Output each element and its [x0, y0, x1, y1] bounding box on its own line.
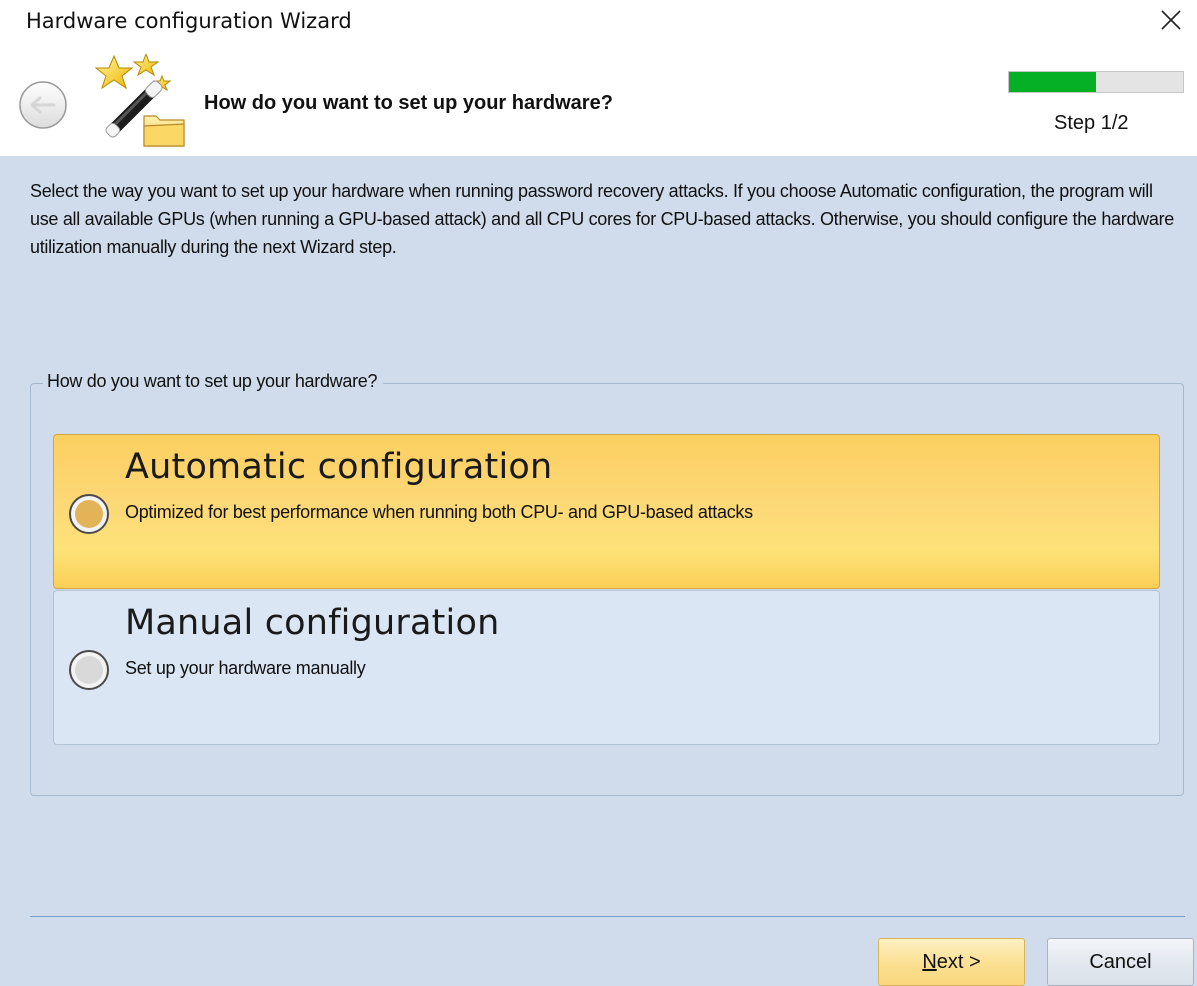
magic-wand-icon — [94, 54, 185, 147]
wizard-content: Select the way you want to set up your h… — [0, 156, 1197, 986]
next-access-key: N — [922, 950, 937, 973]
title-bar: Hardware configuration Wizard — [0, 0, 1197, 44]
close-icon — [1161, 10, 1181, 30]
wizard-header: How do you want to set up your hardware?… — [0, 44, 1197, 156]
step-label: Step 1/2 — [1054, 112, 1129, 134]
cancel-button[interactable]: Cancel — [1047, 938, 1194, 986]
option-subtitle: Set up your hardware manually — [125, 658, 366, 678]
setup-option-group: How do you want to set up your hardware?… — [30, 371, 1184, 796]
folder-icon — [143, 115, 185, 147]
close-button[interactable] — [1151, 0, 1191, 40]
next-button[interactable]: Next > — [878, 938, 1025, 986]
back-arrow-icon — [19, 81, 67, 129]
back-button[interactable] — [18, 80, 68, 130]
next-label: ext > — [936, 950, 981, 973]
radio-icon[interactable] — [68, 493, 110, 535]
group-label: How do you want to set up your hardware? — [43, 371, 384, 392]
progress-fill — [1009, 72, 1096, 92]
option-title: Automatic configuration — [125, 447, 553, 487]
footer-divider — [30, 916, 1185, 917]
page-title: How do you want to set up your hardware? — [204, 92, 613, 114]
description-text: Select the way you want to set up your h… — [30, 181, 1174, 257]
wizard-progress-bar — [1008, 71, 1184, 93]
radio-icon[interactable] — [68, 649, 110, 691]
automatic-configuration-option[interactable]: Automatic configuration Optimized for be… — [53, 434, 1160, 589]
manual-configuration-option[interactable]: Manual configuration Set up your hardwar… — [53, 590, 1160, 745]
option-title: Manual configuration — [125, 603, 500, 643]
option-subtitle: Optimized for best performance when runn… — [125, 502, 753, 522]
window-title: Hardware configuration Wizard — [26, 9, 352, 33]
